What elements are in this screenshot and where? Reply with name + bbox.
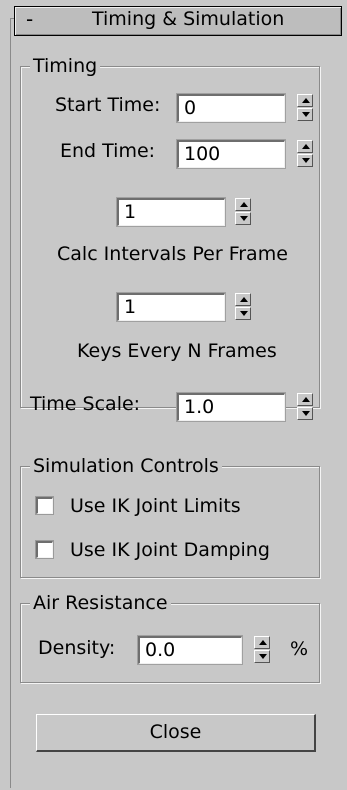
start-time-field[interactable]: 0 [176,93,286,123]
simulation-group-label: Simulation Controls [30,455,222,477]
end-time-field[interactable]: 100 [176,139,286,169]
keys-every-field[interactable]: 1 [116,292,226,322]
calc-intervals-label: Calc Intervals Per Frame [57,243,288,265]
air-resistance-group-label: Air Resistance [30,592,171,614]
start-time-spinner-icon[interactable] [297,94,313,122]
ik-joint-damping-label[interactable]: Use IK Joint Damping [70,539,270,561]
keys-every-label: Keys Every N Frames [77,340,277,362]
time-scale-spinner-icon[interactable] [297,393,313,421]
simulation-group [20,466,320,578]
end-time-label: End Time: [60,140,156,162]
keys-every-spinner-icon[interactable] [235,293,251,321]
collapse-icon[interactable]: - [26,7,33,31]
time-scale-label-visible: Time Scale: [30,393,141,415]
ik-joint-limits-checkbox[interactable] [35,496,54,515]
end-time-spinner-icon[interactable] [297,140,313,168]
timing-group-label: Timing [30,55,101,77]
density-label: Density: [38,637,116,659]
close-button[interactable]: Close [36,714,316,752]
start-time-label: Start Time: [55,94,161,116]
density-unit: % [290,638,309,660]
density-field[interactable]: 0.0 [137,635,243,665]
calc-intervals-field[interactable]: 1 [116,197,226,227]
density-spinner-icon[interactable] [254,636,270,664]
ik-joint-damping-checkbox[interactable] [35,540,54,559]
rollout-title: Timing & Simulation [92,8,285,30]
time-scale-field[interactable]: 1.0 [176,392,286,422]
ik-joint-limits-label[interactable]: Use IK Joint Limits [70,495,241,517]
calc-intervals-spinner-icon[interactable] [235,198,251,226]
